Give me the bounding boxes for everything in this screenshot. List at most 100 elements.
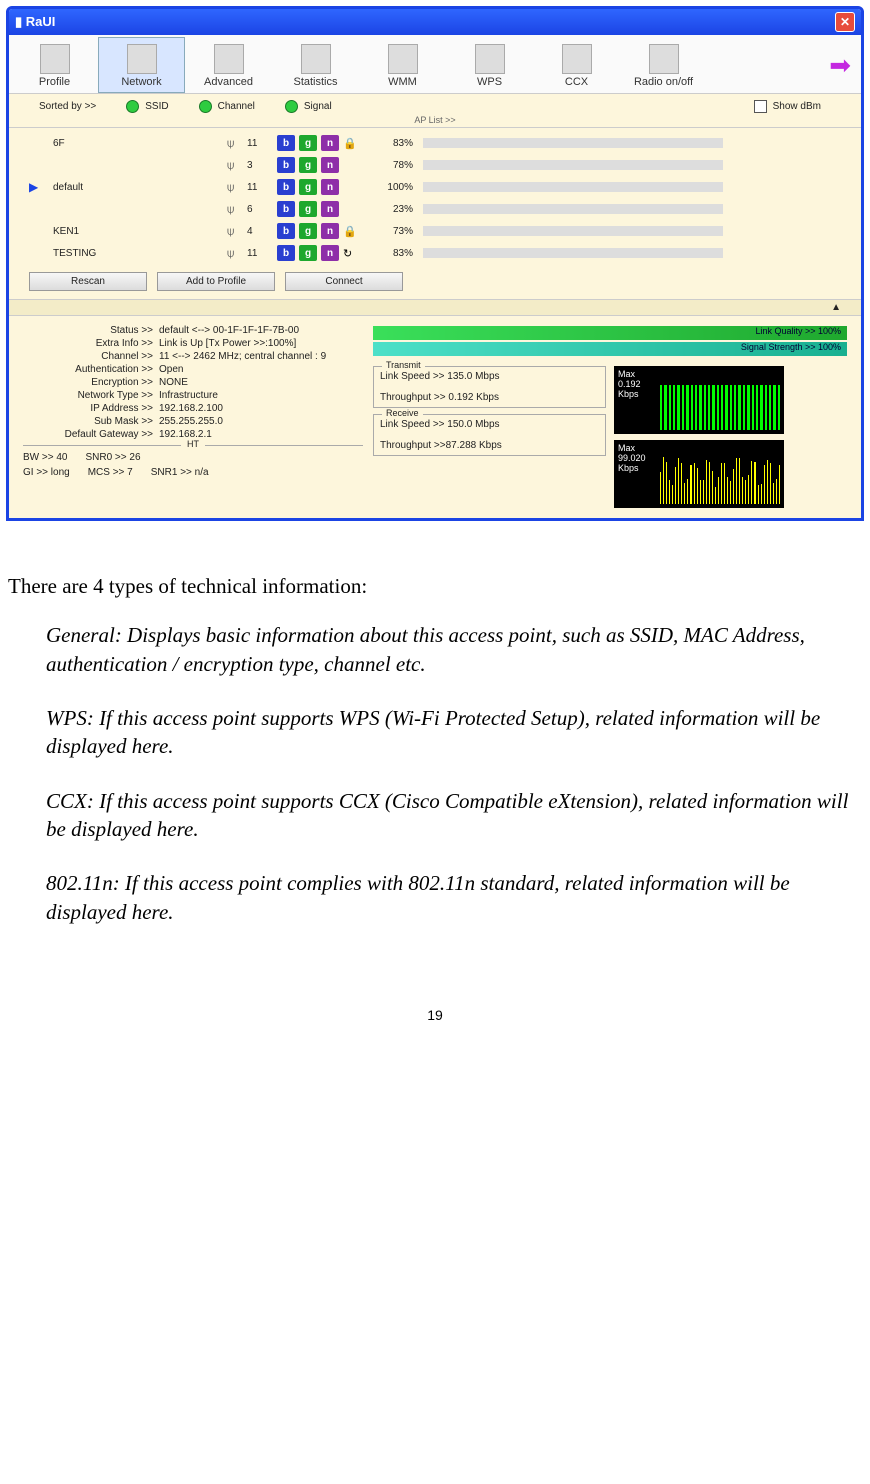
mode-g-icon: g: [299, 135, 317, 151]
arrow-icon[interactable]: ➡: [829, 50, 851, 81]
lock-icon: 🔒: [343, 225, 359, 238]
mode-g-icon: g: [299, 223, 317, 239]
ap-percent: 83%: [363, 138, 419, 149]
app-icon: ▮: [15, 14, 22, 29]
tab-advanced[interactable]: Advanced: [185, 37, 272, 93]
window-title: RaUI: [26, 14, 56, 29]
tab-wmm[interactable]: WMM: [359, 37, 446, 93]
signal-bar: [423, 138, 723, 148]
status-row: Extra Info >>Link is Up [Tx Power >>:100…: [23, 337, 363, 350]
mode-n-icon: n: [321, 135, 339, 151]
status-row: Channel >>11 <--> 2462 MHz; central chan…: [23, 350, 363, 363]
collapse-toggle[interactable]: ▲: [9, 299, 861, 316]
mode-n-icon: n: [321, 245, 339, 261]
status-key: Channel >>: [23, 351, 159, 362]
main-toolbar: Profile Network Advanced Statistics WMM …: [9, 35, 861, 94]
button-row: Rescan Add to Profile Connect: [9, 268, 861, 299]
status-value: 11 <--> 2462 MHz; central channel : 9: [159, 351, 363, 362]
mode-n-icon: n: [321, 179, 339, 195]
dot-icon: [285, 100, 298, 113]
tab-radio[interactable]: Radio on/off: [620, 37, 707, 93]
doc-ccx: CCX: If this access point supports CCX (…: [46, 787, 856, 844]
mode-g-icon: g: [299, 157, 317, 173]
close-button[interactable]: ✕: [835, 12, 855, 32]
ap-row[interactable]: 6F⍦11bgn🔒83%: [29, 132, 841, 154]
status-row: Sub Mask >>255.255.255.0: [23, 415, 363, 428]
connect-button[interactable]: Connect: [285, 272, 403, 291]
rescan-button[interactable]: Rescan: [29, 272, 147, 291]
ap-channel: 6: [247, 204, 273, 215]
ht-label: HT: [181, 439, 205, 449]
checkbox-icon: [754, 100, 767, 113]
status-key: Network Type >>: [23, 390, 159, 401]
page-number: 19: [8, 1006, 862, 1025]
status-row: Encryption >>NONE: [23, 376, 363, 389]
radio-icon: [649, 44, 679, 74]
tab-profile[interactable]: Profile: [11, 37, 98, 93]
status-key: Authentication >>: [23, 364, 159, 375]
sorted-by-label: Sorted by >>: [39, 101, 96, 112]
ap-row[interactable]: ⍦6bgn23%: [29, 198, 841, 220]
ap-row[interactable]: ▶default⍦11bgn100%: [29, 176, 841, 198]
ap-row[interactable]: TESTING⍦11bgn↻83%: [29, 242, 841, 264]
ap-ssid: default: [45, 182, 223, 193]
status-value: 255.255.255.0: [159, 416, 363, 427]
antenna-icon: ⍦: [227, 202, 243, 217]
status-key: Encryption >>: [23, 377, 159, 388]
ap-row[interactable]: ⍦3bgn78%: [29, 154, 841, 176]
doc-80211n: 802.11n: If this access point complies w…: [46, 869, 856, 926]
ht-mcs: MCS >> 7: [88, 467, 133, 478]
transmit-fieldset: Transmit Link Speed >> 135.0 Mbps Throug…: [373, 366, 606, 408]
ht-bw: BW >> 40: [23, 452, 67, 463]
ap-row[interactable]: KEN1⍦4bgn🔒73%: [29, 220, 841, 242]
doc-intro: There are 4 types of technical informati…: [8, 572, 862, 600]
mode-b-icon: b: [277, 157, 295, 173]
advanced-icon: [214, 44, 244, 74]
add-to-profile-button[interactable]: Add to Profile: [157, 272, 275, 291]
ap-channel: 4: [247, 226, 273, 237]
lock-icon: ↻: [343, 247, 359, 260]
mode-g-icon: g: [299, 245, 317, 261]
mode-n-icon: n: [321, 223, 339, 239]
status-value: Infrastructure: [159, 390, 363, 401]
ap-channel: 3: [247, 160, 273, 171]
ap-list[interactable]: 6F⍦11bgn🔒83%⍦3bgn78%▶default⍦11bgn100%⍦6…: [9, 128, 861, 268]
status-key: Default Gateway >>: [23, 429, 159, 440]
network-icon: [127, 44, 157, 74]
status-key: Sub Mask >>: [23, 416, 159, 427]
status-key: IP Address >>: [23, 403, 159, 414]
tab-wps[interactable]: WPS: [446, 37, 533, 93]
sort-ssid[interactable]: SSID: [126, 100, 168, 113]
ht-snr1: SNR1 >> n/a: [151, 467, 209, 478]
status-key: Status >>: [23, 325, 159, 336]
raui-window: ▮ RaUI ✕ Profile Network Advanced Statis…: [6, 6, 864, 521]
mode-b-icon: b: [277, 179, 295, 195]
tab-statistics[interactable]: Statistics: [272, 37, 359, 93]
link-quality-bar: Link Quality >> 100%: [373, 326, 847, 340]
mode-b-icon: b: [277, 135, 295, 151]
ap-percent: 83%: [363, 248, 419, 259]
signal-bar: [423, 226, 723, 236]
sort-channel[interactable]: Channel: [199, 100, 255, 113]
mode-b-icon: b: [277, 201, 295, 217]
ap-ssid: 6F: [45, 138, 223, 149]
sort-signal[interactable]: Signal: [285, 100, 332, 113]
antenna-icon: ⍦: [227, 180, 243, 195]
lock-icon: 🔒: [343, 137, 359, 150]
status-row: Network Type >>Infrastructure: [23, 389, 363, 402]
show-dbm-checkbox[interactable]: Show dBm: [754, 100, 821, 113]
tx-graph: Max0.192Kbps: [614, 366, 784, 434]
ap-percent: 78%: [363, 160, 419, 171]
ht-gi: GI >> long: [23, 467, 70, 478]
status-value: NONE: [159, 377, 363, 388]
dot-icon: [199, 100, 212, 113]
status-row: Status >>default <--> 00-1F-1F-1F-7B-00: [23, 324, 363, 337]
tab-ccx[interactable]: CCX: [533, 37, 620, 93]
ap-list-label: AP List >>: [9, 115, 861, 128]
tab-network[interactable]: Network: [98, 37, 185, 93]
ap-percent: 100%: [363, 182, 419, 193]
doc-wps: WPS: If this access point supports WPS (…: [46, 704, 856, 761]
titlebar[interactable]: ▮ RaUI ✕: [9, 9, 861, 35]
ht-snr0: SNR0 >> 26: [85, 452, 140, 463]
mode-b-icon: b: [277, 245, 295, 261]
